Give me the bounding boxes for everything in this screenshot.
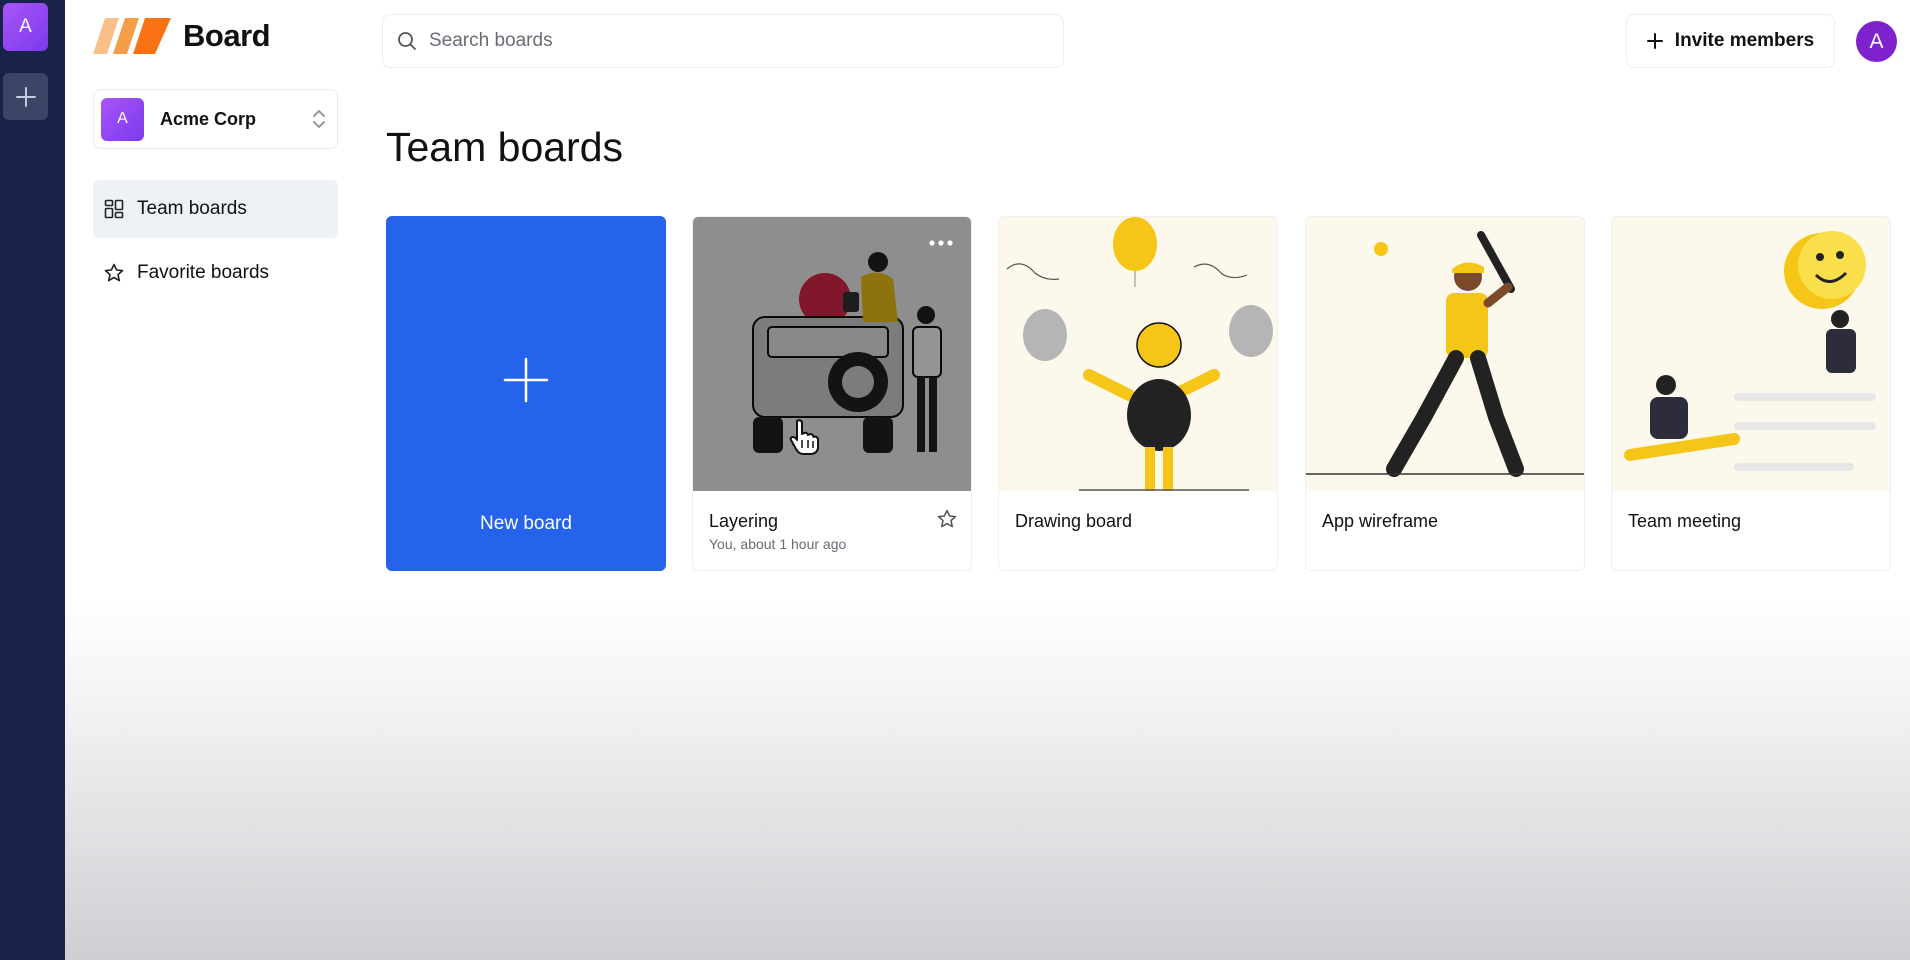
board-thumbnail	[1612, 217, 1890, 491]
chevron-up-down-icon	[313, 110, 325, 128]
board-card-app-wireframe[interactable]: App wireframe	[1305, 216, 1585, 571]
org-rail: A	[0, 0, 65, 960]
board-card-drawing-board[interactable]: Drawing board	[998, 216, 1278, 571]
new-board-button[interactable]: New board	[386, 216, 666, 571]
board-thumbnail	[693, 217, 971, 491]
add-org-button[interactable]	[3, 73, 48, 120]
user-initial: A	[1869, 29, 1884, 53]
star-icon[interactable]	[937, 509, 957, 529]
search-icon	[398, 32, 416, 50]
org-switcher-initial: A	[117, 110, 128, 127]
org-name: Acme Corp	[160, 108, 257, 129]
board-meta: You, about 1 hour ago	[709, 536, 847, 552]
sidebar-item-label: Favorite boards	[137, 262, 270, 283]
board-title: App wireframe	[1322, 511, 1439, 531]
board-title: Team meeting	[1628, 511, 1742, 531]
org-initial: A	[19, 16, 32, 37]
search-bar[interactable]	[382, 14, 1064, 68]
hover-overlay	[693, 217, 971, 491]
user-avatar[interactable]: A	[1856, 21, 1897, 62]
brand-logo[interactable]: Board	[93, 16, 271, 56]
invite-members-button[interactable]: Invite members	[1626, 14, 1835, 68]
board-thumbnail	[999, 217, 1277, 491]
plus-icon	[15, 86, 36, 107]
logo-icon	[93, 18, 171, 54]
hand-cursor-icon	[789, 419, 819, 455]
invite-members-label: Invite members	[1674, 30, 1815, 51]
sidebar-item-favorite-boards[interactable]: Favorite boards	[93, 244, 338, 302]
page-title: Team boards	[386, 124, 624, 170]
grid-icon	[103, 198, 125, 220]
org-switcher-avatar: A	[101, 97, 144, 141]
board-card-team-meeting[interactable]: Team meeting	[1611, 216, 1891, 571]
org-avatar-button[interactable]: A	[3, 3, 48, 51]
board-card-layering[interactable]: Layering You, about 1 hour ago	[692, 216, 972, 571]
sidebar-item-label: Team boards	[137, 198, 247, 219]
board-thumbnail	[1306, 217, 1584, 491]
canvas-background	[65, 600, 1910, 960]
org-switcher[interactable]: A Acme Corp	[93, 89, 338, 149]
board-title: Drawing board	[1015, 511, 1133, 531]
board-title: Layering	[709, 511, 779, 531]
search-input[interactable]	[429, 30, 1029, 52]
more-options-icon[interactable]	[929, 239, 953, 247]
sidebar-item-team-boards[interactable]: Team boards	[93, 180, 338, 238]
plus-icon	[503, 357, 549, 403]
star-icon	[103, 262, 125, 284]
plus-icon	[1646, 33, 1663, 49]
brand-name: Board	[183, 18, 271, 53]
new-board-label: New board	[480, 513, 572, 534]
